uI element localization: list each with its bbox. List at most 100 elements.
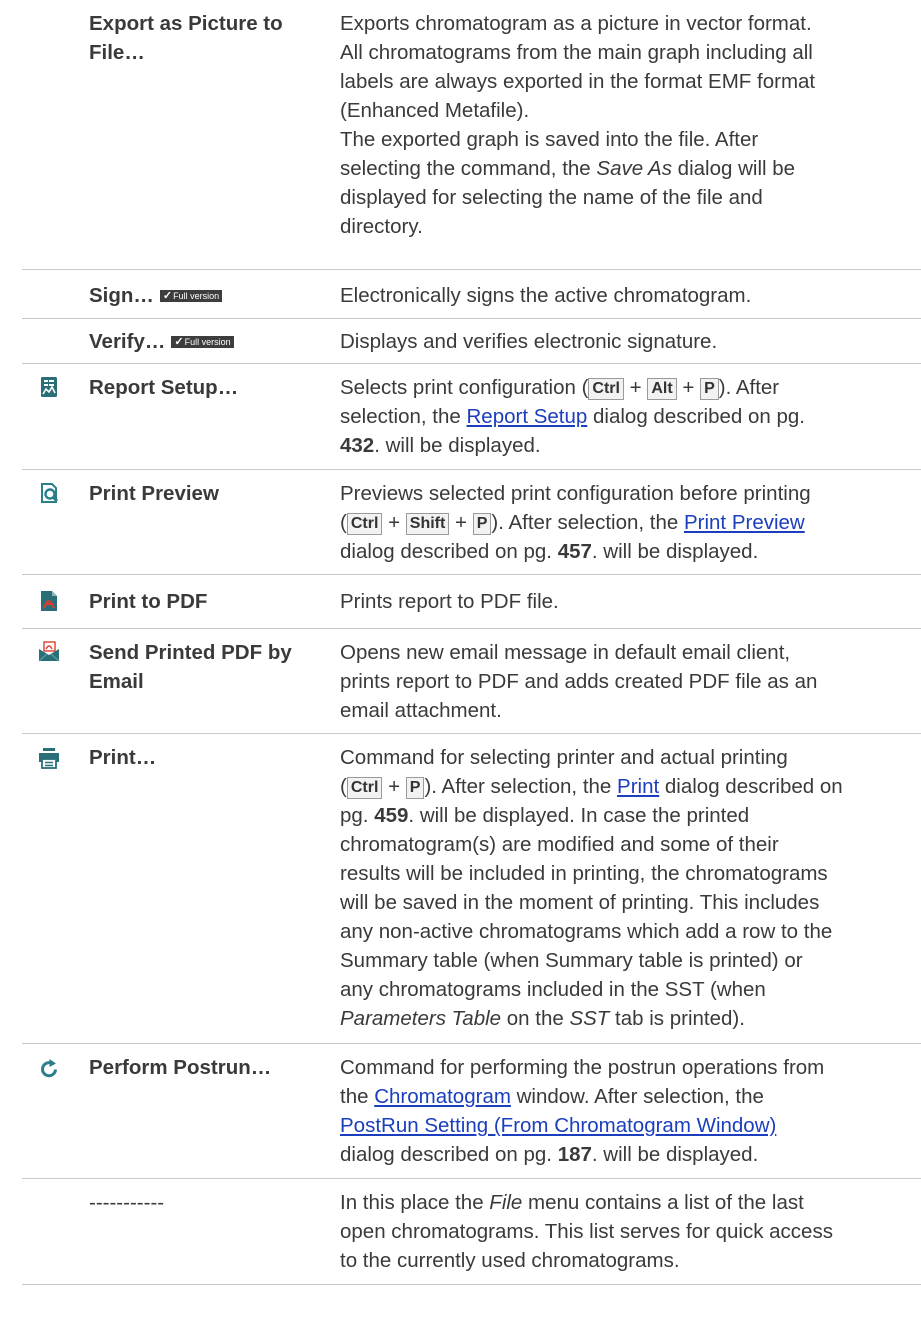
desc-text: . will be displayed. In case the printed [408, 804, 750, 827]
checkmark-icon: ✓ [162, 290, 173, 302]
full-version-badge: ✓Full version [159, 290, 223, 302]
report-setup-icon [41, 377, 57, 397]
desc-text: on the [501, 1007, 570, 1030]
desc-text: dialog described on pg. [587, 405, 805, 428]
page-number: 432 [340, 434, 375, 457]
command-line-1: Send Printed PDF by [89, 641, 292, 664]
command-description: Exports chromatogram as a picture in vec… [340, 9, 920, 241]
desc-line: 432. will be displayed. [340, 431, 920, 460]
desc-line: The exported graph is saved into the fil… [340, 128, 759, 151]
desc-line: directory. [340, 215, 423, 238]
alt-key: Alt [647, 378, 677, 400]
plus-sign: + [388, 775, 401, 798]
desc-line: PostRun Setting (From Chromatogram Windo… [340, 1111, 920, 1140]
desc-text: menu contains a list of the last [522, 1191, 804, 1214]
badge-label: Full version [184, 337, 231, 347]
desc-text: . will be displayed. [374, 434, 541, 457]
print-preview-link[interactable]: Print Preview [684, 511, 805, 534]
desc-text: ( [340, 775, 347, 798]
p-key: P [700, 378, 719, 400]
table-row-print: Print… Command for selecting printer and… [22, 733, 921, 1043]
pdf-icon [41, 591, 57, 611]
command-name: Print… [89, 746, 157, 769]
plus-sign: + [388, 511, 401, 534]
command-name: Report Setup… [89, 376, 239, 399]
desc-line: In this place the File menu contains a l… [340, 1188, 920, 1217]
desc-text: selecting the command, the [340, 157, 597, 180]
desc-line: selection, the Report Setup dialog descr… [340, 402, 920, 431]
desc-text: ). After [718, 376, 780, 399]
p-key: P [405, 777, 425, 799]
desc-text: dialog will be [671, 157, 796, 180]
desc-line: dialog described on pg. 457. will be dis… [340, 537, 920, 566]
command-line-1: Export as Picture to [89, 12, 283, 35]
table-row-perform-postrun: Perform Postrun… Command for performing … [22, 1043, 921, 1178]
command-description: Previews selected print configuration be… [340, 479, 920, 566]
badge-label: Full version [173, 291, 220, 301]
desc-line: the Chromatogram window. After selection… [340, 1082, 920, 1111]
desc-line: labels are always exported in the format… [340, 70, 816, 93]
command-label: Sign… [89, 284, 154, 307]
save-as-dialog-name: Save As [596, 157, 672, 180]
desc-line: pg. 459. will be displayed. In case the … [340, 801, 920, 830]
desc-line: Opens new email message in default email… [340, 641, 791, 664]
desc-line: to the currently used chromatograms. [340, 1249, 680, 1272]
table-row-verify: Verify… ✓Full version Displays and verifi… [22, 318, 921, 363]
page-number: 187 [557, 1143, 592, 1166]
ctrl-key: Ctrl [346, 777, 383, 799]
page-number: 457 [557, 540, 592, 563]
command-description: Prints report to PDF file. [340, 590, 559, 613]
page-number: 459 [374, 804, 409, 827]
desc-line: (Ctrl + Shift + P). After selection, the… [340, 508, 920, 537]
desc-line: Selects print configuration (Ctrl + Alt … [340, 373, 920, 402]
desc-line: any non-active chromatograms which add a… [340, 920, 833, 943]
email-pdf-icon [38, 641, 60, 662]
command-name: Sign… ✓Full version [89, 281, 339, 310]
desc-text: Selects print configuration ( [340, 376, 589, 399]
desc-line: (Enhanced Metafile). [340, 99, 530, 122]
desc-line: Parameters Table on the SST tab is print… [340, 1004, 920, 1033]
desc-line: any chromatograms included in the SST (w… [340, 978, 766, 1001]
plus-sign: + [455, 511, 468, 534]
desc-text: window. After selection, the [510, 1085, 764, 1108]
report-setup-link[interactable]: Report Setup [467, 405, 588, 428]
chromatogram-link[interactable]: Chromatogram [374, 1085, 511, 1108]
file-menu-name: File [489, 1191, 523, 1214]
desc-line: results will be included in printing, th… [340, 862, 828, 885]
desc-line: Summary table (when Summary table is pri… [340, 949, 803, 972]
table-row-print-pdf: Print to PDF Prints report to PDF file. [22, 574, 921, 628]
desc-text: . will be displayed. [591, 1143, 759, 1166]
desc-text: pg. [340, 804, 375, 827]
desc-text: the [340, 1085, 375, 1108]
plus-sign: + [629, 376, 642, 399]
table-row-report-setup: Report Setup… Selects print configuratio… [22, 363, 921, 469]
desc-text: selection, the [340, 405, 467, 428]
parameters-table-name: Parameters Table [340, 1007, 502, 1030]
desc-line: chromatogram(s) are modified and some of… [340, 833, 779, 856]
postrun-setting-link[interactable]: PostRun Setting (From Chromatogram Windo… [340, 1114, 776, 1137]
table-row-print-preview: Print Preview Previews selected print co… [22, 469, 921, 574]
desc-line: will be saved in the moment of printing.… [340, 891, 820, 914]
command-name: Verify… ✓Full version [89, 327, 339, 356]
command-description: Electronically signs the active chromato… [340, 284, 752, 307]
desc-text: ). After selection, the [491, 511, 684, 534]
desc-line: displayed for selecting the name of the … [340, 186, 763, 209]
desc-line: Exports chromatogram as a picture in vec… [340, 12, 812, 35]
checkmark-icon: ✓ [174, 336, 184, 348]
desc-line: Command for selecting printer and actual… [340, 746, 788, 769]
sst-tab-name: SST [569, 1007, 610, 1030]
print-link[interactable]: Print [617, 775, 659, 798]
plus-sign: + [682, 376, 695, 399]
print-preview-icon [41, 483, 59, 503]
desc-line: All chromatograms from the main graph in… [340, 41, 813, 64]
desc-line: dialog described on pg. 187. will be dis… [340, 1140, 920, 1169]
desc-text: dialog described on pg. [340, 1143, 558, 1166]
command-line-2: Email [89, 670, 144, 693]
command-label: Verify… [89, 330, 166, 353]
p-key: P [472, 513, 492, 535]
command-description: Selects print configuration (Ctrl + Alt … [340, 373, 920, 460]
command-name: Export as Picture to File… [89, 9, 339, 67]
desc-text: dialog described on pg. [340, 540, 558, 563]
table-row-recent-files: ----------- In this place the File menu … [22, 1178, 921, 1285]
command-description: Command for selecting printer and actual… [340, 743, 920, 1033]
